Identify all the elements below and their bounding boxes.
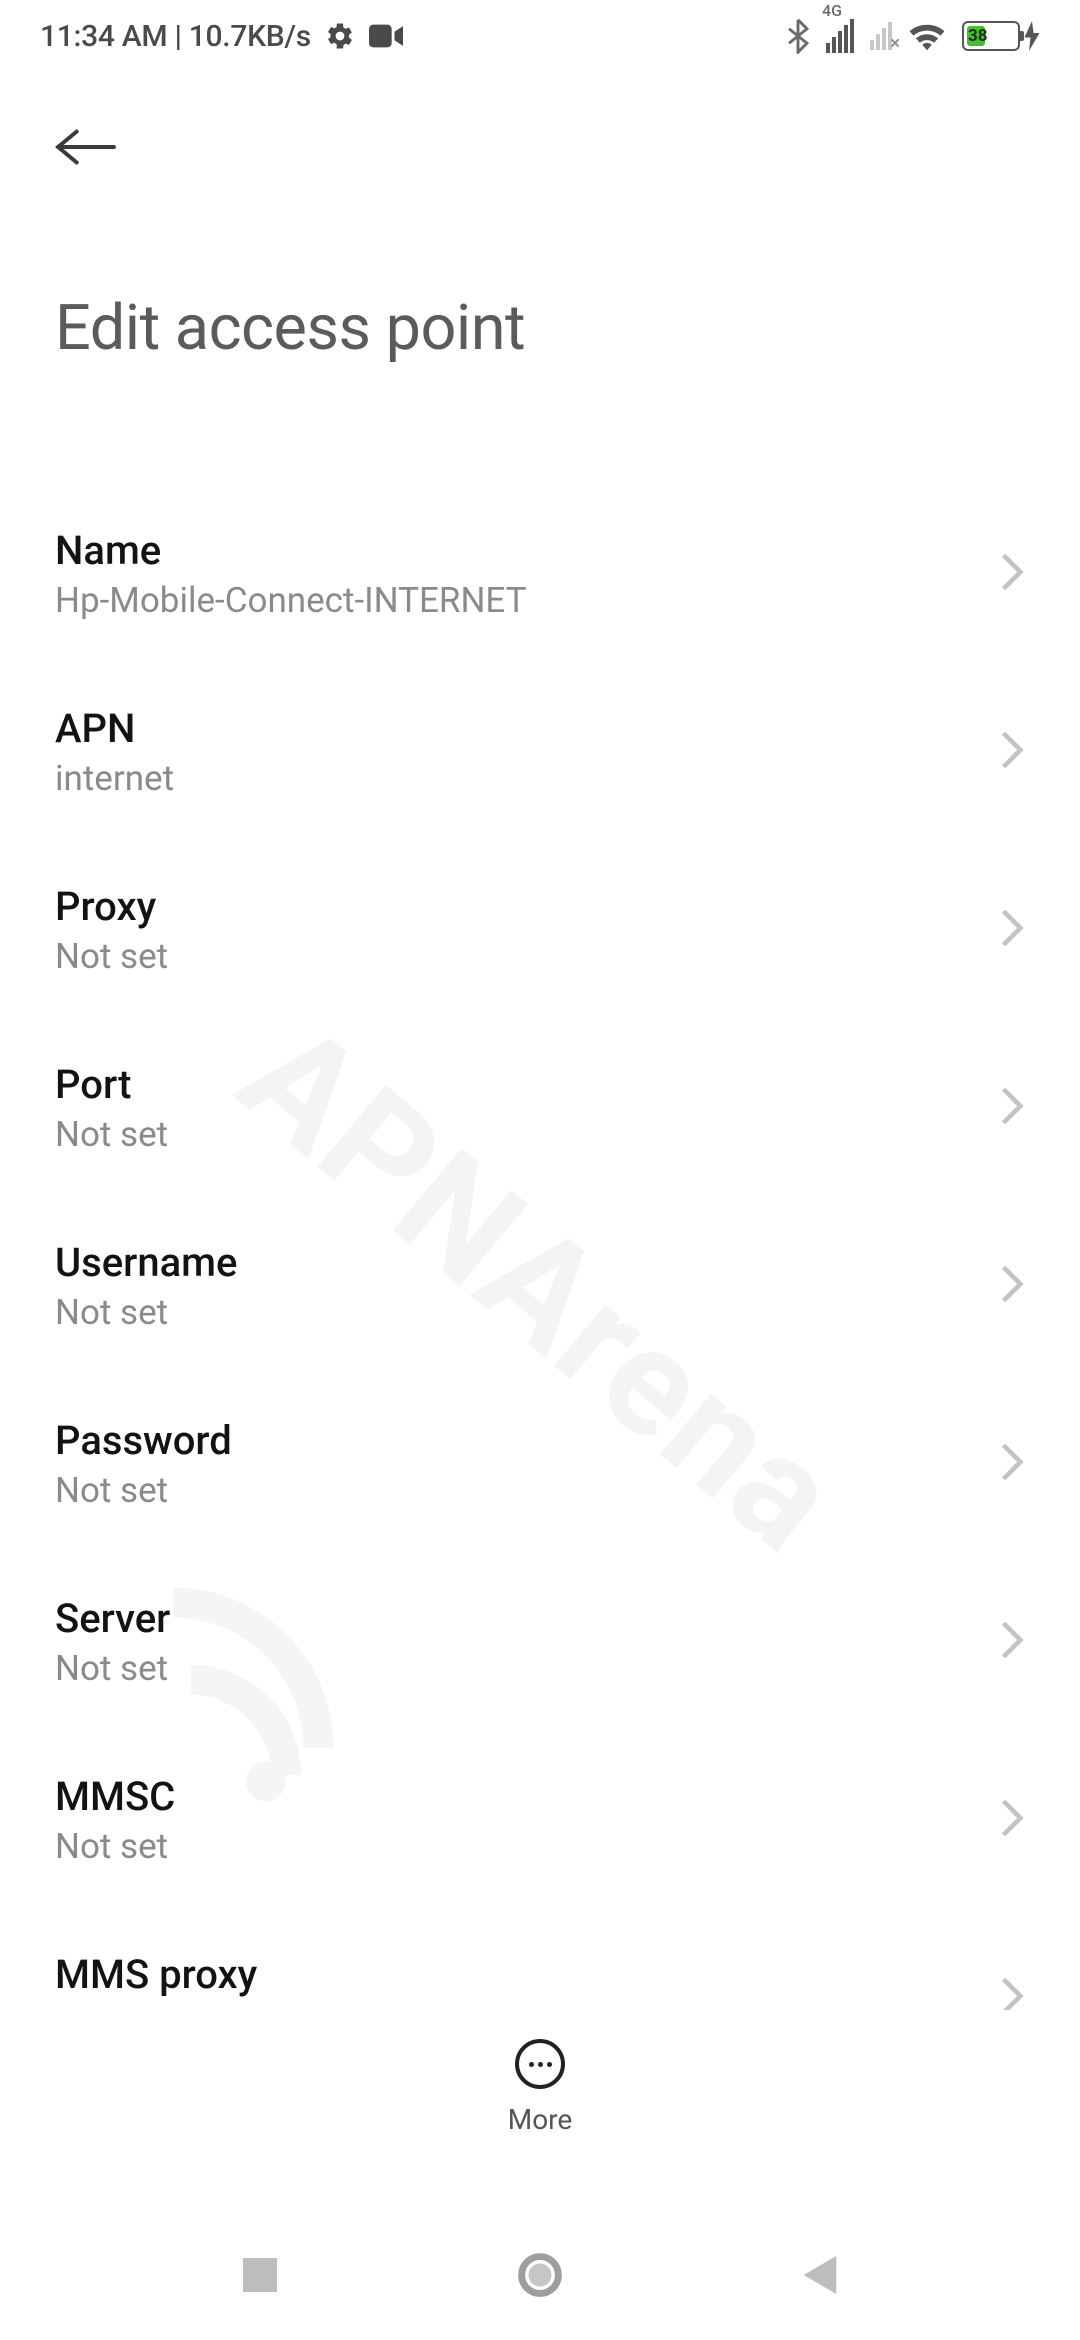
- row-value: Not set: [55, 1470, 232, 1511]
- row-password[interactable]: Password Not set: [55, 1375, 1025, 1553]
- row-label: MMSC: [55, 1773, 175, 1820]
- nav-home-button[interactable]: [516, 2251, 564, 2299]
- row-port[interactable]: Port Not set: [55, 1019, 1025, 1197]
- row-label: APN: [55, 705, 174, 752]
- nav-recent-button[interactable]: [236, 2251, 284, 2299]
- back-button[interactable]: [55, 112, 125, 182]
- row-server[interactable]: Server Not set: [55, 1553, 1025, 1731]
- more-icon: [515, 2039, 565, 2089]
- row-value: Hp-Mobile-Connect-INTERNET: [55, 580, 527, 621]
- row-value: Not set: [55, 1292, 237, 1333]
- row-label: Proxy: [55, 883, 168, 930]
- bottom-action-bar: More: [0, 2010, 1080, 2210]
- system-nav-bar: [0, 2210, 1080, 2340]
- more-label: More: [508, 2103, 573, 2136]
- status-time: 11:34 AM | 10.7KB/s: [40, 19, 311, 54]
- chevron-right-icon: [999, 907, 1025, 953]
- row-label: Name: [55, 527, 527, 574]
- row-label: Port: [55, 1061, 168, 1108]
- settings-list: Name Hp-Mobile-Connect-INTERNET APN inte…: [0, 485, 1080, 2010]
- bluetooth-icon: [786, 18, 810, 54]
- row-value: Not set: [55, 1114, 168, 1155]
- row-label: Server: [55, 1595, 170, 1642]
- row-value: Not set: [55, 1648, 170, 1689]
- signal-nosim-icon: ×: [870, 22, 892, 50]
- chevron-right-icon: [999, 1085, 1025, 1131]
- signal-4g-icon: 4G: [826, 19, 854, 53]
- page-title: Edit access point: [55, 292, 1025, 365]
- chevron-right-icon: [999, 1619, 1025, 1665]
- more-button[interactable]: More: [508, 2039, 573, 2136]
- row-value: internet: [55, 758, 174, 799]
- battery-icon: 38: [962, 21, 1040, 51]
- status-left: 11:34 AM | 10.7KB/s: [40, 19, 403, 54]
- row-value: Not set: [55, 1826, 175, 1867]
- wifi-icon: [908, 21, 946, 51]
- row-label: Username: [55, 1239, 237, 1286]
- status-right: 4G × 38: [786, 18, 1040, 54]
- gear-icon: [325, 21, 355, 51]
- chevron-right-icon: [999, 729, 1025, 775]
- row-label: MMS proxy: [55, 1951, 257, 1998]
- chevron-right-icon: [999, 1441, 1025, 1487]
- row-value: Not set: [55, 936, 168, 977]
- row-username[interactable]: Username Not set: [55, 1197, 1025, 1375]
- chevron-right-icon: [999, 1975, 1025, 2010]
- row-mmsc[interactable]: MMSC Not set: [55, 1731, 1025, 1909]
- chevron-right-icon: [999, 1263, 1025, 1309]
- row-mms-proxy[interactable]: MMS proxy Not set: [55, 1909, 1025, 2010]
- row-proxy[interactable]: Proxy Not set: [55, 841, 1025, 1019]
- row-name[interactable]: Name Hp-Mobile-Connect-INTERNET: [55, 485, 1025, 663]
- row-apn[interactable]: APN internet: [55, 663, 1025, 841]
- chevron-right-icon: [999, 1797, 1025, 1843]
- nav-back-button[interactable]: [796, 2251, 844, 2299]
- video-icon: [369, 24, 403, 48]
- header: Edit access point: [0, 72, 1080, 365]
- chevron-right-icon: [999, 551, 1025, 597]
- status-bar: 11:34 AM | 10.7KB/s 4G ×: [0, 0, 1080, 72]
- row-label: Password: [55, 1417, 232, 1464]
